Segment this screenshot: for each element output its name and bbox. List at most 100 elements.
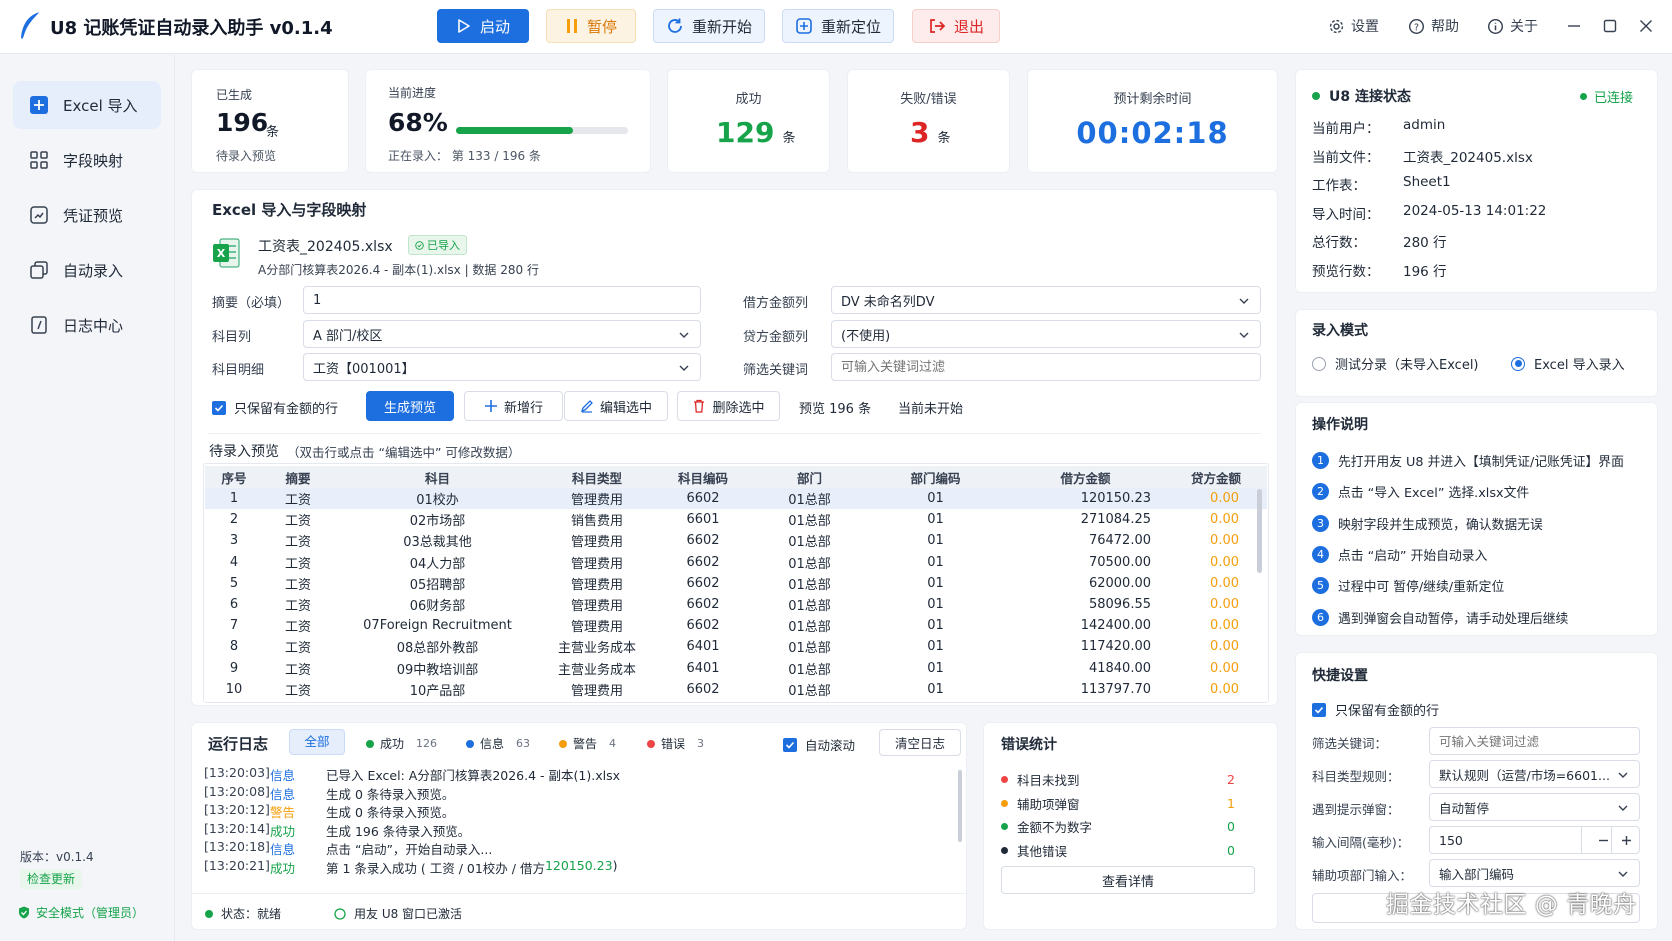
table-header-cell[interactable]: 摘要 (263, 466, 333, 488)
settings-button[interactable]: 设置 (1328, 16, 1379, 36)
quick-filter-input[interactable] (1429, 727, 1640, 755)
table-row[interactable]: 5 工资 05招聘部 管理费用 6602 01总部 01 62000.00 0.00 (205, 573, 1267, 594)
version-label: 版本：v0.1.4 (20, 850, 94, 864)
table-row[interactable]: 9 工资 09中教培训部 主营业务成本 6401 01总部 01 41840.00 0.00 (205, 658, 1267, 679)
table-cell: 142400.00 (1080, 618, 1151, 634)
error-stat-count: 0 (1227, 819, 1235, 834)
log-filter-all[interactable]: 全部 (289, 729, 345, 755)
check-update-button[interactable]: 检查更新 (20, 869, 83, 889)
summary-input[interactable]: 1 (303, 286, 701, 314)
relocate-button[interactable]: 重新定位 (782, 9, 894, 43)
table-header-cell[interactable]: 科目类型 (542, 466, 652, 488)
add-row-button[interactable]: 新增行 (464, 391, 563, 421)
help-button[interactable]: ? 帮助 (1408, 16, 1459, 36)
subject-col-select[interactable]: A 部门/校区 (303, 320, 701, 348)
step-text: 先打开用友 U8 并进入【填制凭证/记账凭证】界面 (1338, 455, 1624, 470)
table-row[interactable]: 3 工资 03总裁其他 管理费用 6602 01总部 01 76472.00 0.00 (205, 530, 1267, 551)
mode-excel-radio[interactable]: Excel 导入录入 (1511, 354, 1625, 373)
log-filter-label: 错误 (661, 737, 686, 751)
sidebar-item-log-center[interactable]: 日志中心 (13, 301, 161, 349)
type-rule-select[interactable]: 默认规则（运营/市场=6601... (1429, 760, 1640, 788)
imported-badge: 已导入 (408, 235, 467, 255)
table-row[interactable]: 7 工资 07Foreign Recruitment 管理费用 6602 01总部 01 14… (205, 615, 1267, 636)
popup-select[interactable]: 自动暂停 (1429, 793, 1640, 821)
table-header-cell[interactable]: 科目 (333, 466, 542, 488)
interval-value: 150 (1439, 832, 1463, 848)
stat-label: 当前进度 (388, 86, 437, 100)
aux-dept-select[interactable]: 输入部门编码 (1429, 859, 1640, 887)
table-cell: 05招聘部 (409, 577, 466, 593)
debit-col-value: DV 未命名列DV (841, 294, 935, 310)
table-cell: 0.00 (1210, 575, 1239, 591)
about-button[interactable]: 关于 (1487, 16, 1538, 36)
table-header-cell[interactable]: 部门编码 (865, 466, 1006, 488)
sidebar-item-voucher-preview[interactable]: 凭证预览 (13, 191, 161, 239)
log-filter-info[interactable]: 信息 63 (466, 735, 530, 752)
table-row[interactable]: 10 工资 10产品部 管理费用 6602 01总部 01 113797.70 0.00 (205, 679, 1267, 700)
log-filter-success[interactable]: 成功 126 (366, 735, 437, 752)
error-stat-count: 1 (1227, 795, 1235, 811)
table-row[interactable]: 2 工资 02市场部 销售费用 6601 01总部 01 271084.25 0.00 (205, 509, 1267, 530)
imported-badge-label: 已导入 (427, 239, 460, 252)
mode-excel-label: Excel 导入录入 (1534, 358, 1625, 373)
stat-progress-card: 当前进度 68% 正在录入： 第 133 / 196 条 (365, 69, 651, 173)
sidebar-item-excel-import[interactable]: Excel 导入 (13, 81, 161, 129)
check-circle-icon (415, 240, 424, 250)
mode-test-radio[interactable]: 测试分录（未导入Excel) (1312, 354, 1479, 373)
popup-label: 遇到提示弹窗： (1312, 802, 1400, 817)
table-cell: 工资 (284, 641, 311, 657)
generate-preview-button[interactable]: 生成预览 (366, 391, 454, 421)
table-header-cell[interactable]: 贷方金额 (1165, 466, 1267, 488)
interval-stepper[interactable]: 150 (1429, 826, 1640, 854)
log-filter-error[interactable]: 错误 3 (647, 735, 704, 752)
quick-keep-amount-checkbox[interactable]: 只保留有金额的行 (1312, 700, 1439, 719)
subject-detail-select[interactable]: 工资【001001】 (303, 353, 701, 381)
plus-icon[interactable] (1621, 835, 1632, 846)
auto-scroll-label: 自动滚动 (805, 738, 856, 753)
log-time: [13:20:14] (204, 820, 270, 836)
exit-button[interactable]: 退出 (912, 9, 1000, 43)
log-filter-warning[interactable]: 警告 4 (559, 735, 616, 752)
debit-col-select[interactable]: DV 未命名列DV (831, 286, 1261, 314)
table-cell: 2 (229, 512, 239, 528)
table-cell: 01总部 (788, 599, 831, 615)
table-header-cell[interactable]: 科目编码 (652, 466, 754, 488)
table-row[interactable]: 8 工资 08总部外教部 主营业务成本 6401 01总部 01 117420.00 0.00 (205, 636, 1267, 657)
sidebar-item-field-mapping[interactable]: 字段映射 (13, 136, 161, 184)
keep-amount-checkbox[interactable]: 只保留有金额的行 (212, 398, 338, 417)
log-scrollbar[interactable] (958, 770, 962, 842)
info-dot-icon (466, 739, 474, 748)
maximize-icon[interactable] (1603, 19, 1617, 33)
pause-icon (566, 19, 577, 33)
clear-log-button[interactable]: 清空日志 (879, 729, 961, 756)
table-row[interactable]: 6 工资 06财务部 管理费用 6602 01总部 01 58096.55 0.00 (205, 594, 1267, 615)
table-header-cell[interactable]: 借方金额 (1006, 466, 1165, 488)
close-icon[interactable] (1639, 19, 1653, 33)
filter-input[interactable] (831, 353, 1261, 381)
table-row[interactable]: 4 工资 04人力部 管理费用 6602 01总部 01 70500.00 0.00 (205, 552, 1267, 573)
sidebar-item-auto-entry[interactable]: 自动录入 (13, 246, 161, 294)
play-icon (458, 19, 470, 33)
delete-selected-button[interactable]: 删除选中 (677, 391, 780, 421)
edit-selected-button[interactable]: 编辑选中 (564, 391, 668, 421)
stat-value: 129 (716, 116, 775, 149)
table-header-cell[interactable]: 部门 (754, 466, 865, 488)
table-cell: 01校办 (333, 488, 542, 510)
table-scrollbar[interactable] (1257, 489, 1262, 573)
view-details-button[interactable]: 查看详情 (1001, 866, 1255, 894)
stat-unit: 条 (782, 131, 796, 146)
section-title: Excel 导入与字段映射 (212, 201, 367, 219)
credit-col-select[interactable]: (不使用) (831, 320, 1261, 348)
stat-label: 失败/错误 (900, 92, 957, 107)
minus-icon[interactable] (1598, 835, 1609, 846)
watermark: 掘金技术社区 @ 青晚舟 (1386, 892, 1637, 918)
minimize-icon[interactable] (1567, 19, 1581, 33)
refresh-icon (668, 18, 682, 33)
pause-button[interactable]: 暂停 (546, 9, 636, 43)
start-button[interactable]: 启动 (437, 9, 529, 43)
table-row[interactable]: 1 工资 01校办 管理费用 6602 01总部 01 120150.23 0.00 (205, 488, 1267, 510)
auto-scroll-checkbox[interactable]: 自动滚动 (783, 735, 855, 754)
table-header-cell[interactable]: 序号 (205, 466, 263, 488)
restart-button[interactable]: 重新开始 (653, 9, 765, 43)
log-message: 生成 0 条待录入预览。 (326, 786, 455, 802)
